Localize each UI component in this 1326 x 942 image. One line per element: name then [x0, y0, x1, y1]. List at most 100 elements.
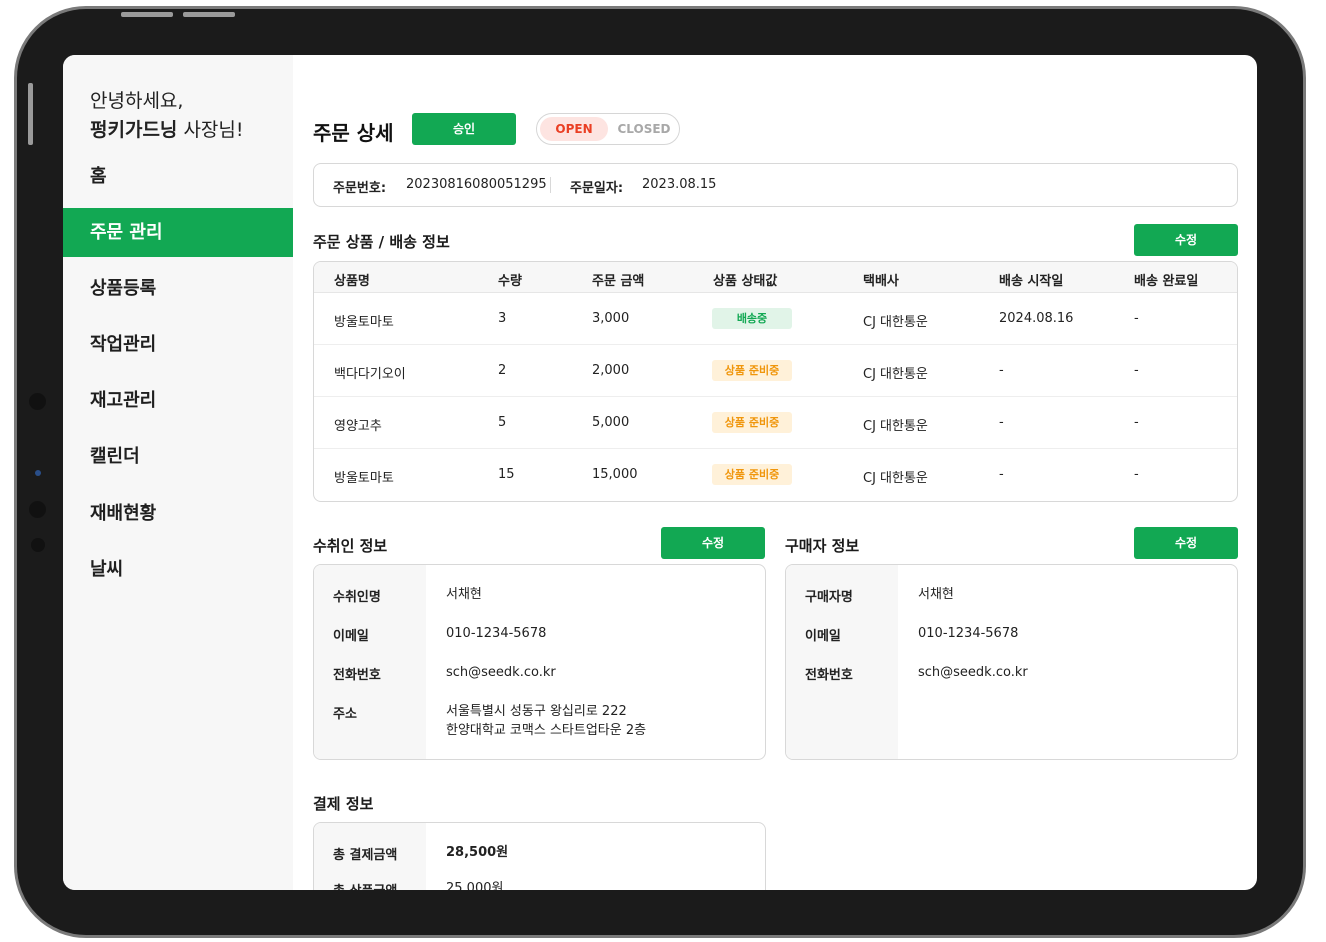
- cell-courier: CJ 대한통운: [863, 315, 928, 330]
- recipient-address-line1: 서울특별시 성동구 왕십리로 222: [446, 704, 627, 719]
- table-row[interactable]: 영양고추 5 5,000 상품 준비중 CJ 대한통운 - -: [314, 397, 1237, 449]
- cell-ship-end: -: [1134, 467, 1139, 482]
- greeting-line: 안녕하세요,: [90, 90, 184, 112]
- buyer-email: 010-1234-5678: [918, 626, 1019, 641]
- cell-quantity: 2: [498, 363, 507, 378]
- cell-quantity: 3: [498, 311, 507, 326]
- table-header: 상품명 수량 주문 금액 상품 상태값 택배사 배송 시작일 배송 완료일: [314, 262, 1237, 293]
- open-closed-toggle[interactable]: OPEN CLOSED: [536, 113, 680, 145]
- col-ship-end: 배송 완료일: [1134, 274, 1199, 289]
- recipient-address-line2: 한양대학교 코맥스 스타트업타운 2층: [446, 723, 647, 738]
- payment-section-title: 결제 정보: [313, 795, 374, 813]
- buyer-phone: sch@seedk.co.kr: [918, 665, 1028, 680]
- cell-ship-end: -: [1134, 363, 1139, 378]
- table-row[interactable]: 백다다기오이 2 2,000 상품 준비중 CJ 대한통운 - -: [314, 345, 1237, 397]
- table-row[interactable]: 방울토마토 3 3,000 배송중 CJ 대한통운 2024.08.16 -: [314, 293, 1237, 345]
- greeting-suffix: 사장님!: [177, 119, 244, 141]
- products-section-title: 주문 상품 / 배송 정보: [313, 233, 450, 251]
- page-title: 주문 상세: [313, 121, 394, 145]
- order-date: 2023.08.15: [642, 177, 717, 192]
- cell-courier: CJ 대한통운: [863, 367, 928, 382]
- greeting-owner: 펑키가드닝 사장님!: [90, 116, 244, 145]
- cell-quantity: 5: [498, 415, 507, 430]
- col-ship-start: 배송 시작일: [999, 274, 1064, 289]
- col-amount: 주문 금액: [592, 274, 645, 289]
- volume-down-button: [183, 12, 235, 17]
- recipient-phone-label: 전화번호: [333, 668, 381, 683]
- total-product-amount: 25,000원: [446, 881, 504, 890]
- edit-recipient-button[interactable]: 수정: [661, 527, 765, 559]
- cell-courier: CJ 대한통운: [863, 471, 928, 486]
- nav-item-orders[interactable]: 주문 관리: [63, 208, 293, 257]
- status-badge: 상품 준비중: [712, 360, 792, 381]
- table-row[interactable]: 방울토마토 15 15,000 상품 준비중 CJ 대한통운 - -: [314, 449, 1237, 501]
- edit-products-button[interactable]: 수정: [1134, 224, 1238, 256]
- cell-product-name: 백다다기오이: [334, 367, 406, 382]
- sidebar: 안녕하세요, 펑키가드닝 사장님! 홈 주문 관리 상품등록 작업관리 재고관리…: [63, 55, 293, 890]
- cell-ship-start: -: [999, 363, 1004, 378]
- sensor-dot: [29, 501, 46, 518]
- main-content: 주문 상세 승인 OPEN CLOSED 주문번호: 2023081608005…: [313, 55, 1257, 890]
- greeting: 안녕하세요, 펑키가드닝 사장님!: [90, 87, 244, 145]
- nav-item-product-register[interactable]: 상품등록: [63, 264, 293, 313]
- cell-amount: 5,000: [592, 415, 630, 430]
- cell-courier: CJ 대한통운: [863, 419, 928, 434]
- recipient-section-title: 수취인 정보: [313, 537, 388, 555]
- recipient-email: 010-1234-5678: [446, 626, 547, 641]
- divider: [550, 177, 551, 193]
- order-number: 20230816080051295: [406, 177, 547, 192]
- cell-ship-start: -: [999, 415, 1004, 430]
- col-courier: 택배사: [863, 274, 899, 289]
- farm-name: 펑키가드닝: [90, 119, 178, 141]
- buyer-name: 서채현: [918, 587, 954, 602]
- cell-product-name: 영양고추: [334, 419, 382, 434]
- sensor-dot: [29, 393, 46, 410]
- cell-amount: 2,000: [592, 363, 630, 378]
- cell-ship-end: -: [1134, 311, 1139, 326]
- col-quantity: 수량: [498, 274, 522, 289]
- edit-buyer-button[interactable]: 수정: [1134, 527, 1238, 559]
- buyer-email-label: 이메일: [805, 629, 841, 644]
- buyer-name-label: 구매자명: [805, 590, 853, 605]
- cell-ship-start: -: [999, 467, 1004, 482]
- recipient-address-label: 주소: [333, 707, 357, 722]
- cell-product-name: 방울토마토: [334, 315, 394, 330]
- nav-item-inventory[interactable]: 재고관리: [63, 376, 293, 425]
- recipient-phone: sch@seedk.co.kr: [446, 665, 556, 680]
- cell-quantity: 15: [498, 467, 515, 482]
- buyer-section-title: 구매자 정보: [785, 537, 860, 555]
- sensor-dot: [31, 538, 45, 552]
- recipient-name-label: 수취인명: [333, 590, 381, 605]
- recipient-email-label: 이메일: [333, 629, 369, 644]
- volume-up-button: [121, 12, 173, 17]
- status-badge: 상품 준비중: [712, 464, 792, 485]
- order-number-label: 주문번호:: [333, 181, 387, 196]
- total-payment-label: 총 결제금액: [333, 848, 398, 863]
- total-product-label: 총 상품금액: [333, 880, 397, 890]
- buyer-info-box: 구매자명 서채현 이메일 010-1234-5678 전화번호 sch@seed…: [785, 564, 1238, 760]
- nav-item-tasks[interactable]: 작업관리: [63, 320, 293, 369]
- recipient-info-box: 수취인명 서채현 이메일 010-1234-5678 전화번호 sch@seed…: [313, 564, 766, 760]
- products-table: 상품명 수량 주문 금액 상품 상태값 택배사 배송 시작일 배송 완료일 방울…: [313, 261, 1238, 502]
- payment-info-box: 총 결제금액 28,500원 총 상품금액 25,000원: [313, 822, 766, 890]
- status-badge: 배송중: [712, 308, 792, 329]
- app-screen: 안녕하세요, 펑키가드닝 사장님! 홈 주문 관리 상품등록 작업관리 재고관리…: [63, 55, 1257, 890]
- approve-button[interactable]: 승인: [412, 113, 516, 145]
- cell-ship-end: -: [1134, 415, 1139, 430]
- camera-icon: [35, 470, 41, 476]
- order-date-label: 주문일자:: [570, 181, 624, 196]
- total-payment: 28,500원: [446, 845, 509, 860]
- order-info-bar: 주문번호: 20230816080051295 주문일자: 2023.08.15: [313, 163, 1238, 207]
- nav-item-calendar[interactable]: 캘린더: [63, 432, 293, 481]
- col-product-name: 상품명: [334, 274, 370, 289]
- nav-item-weather[interactable]: 날씨: [63, 545, 293, 594]
- cell-amount: 15,000: [592, 467, 638, 482]
- status-badge: 상품 준비중: [712, 412, 792, 433]
- nav-item-home[interactable]: 홈: [63, 152, 293, 201]
- cell-product-name: 방울토마토: [334, 471, 394, 486]
- nav-item-cultivation[interactable]: 재배현황: [63, 489, 293, 538]
- col-status: 상품 상태값: [713, 274, 778, 289]
- power-button: [28, 83, 33, 145]
- toggle-open-option[interactable]: OPEN: [540, 117, 608, 141]
- toggle-closed-option[interactable]: CLOSED: [611, 117, 677, 141]
